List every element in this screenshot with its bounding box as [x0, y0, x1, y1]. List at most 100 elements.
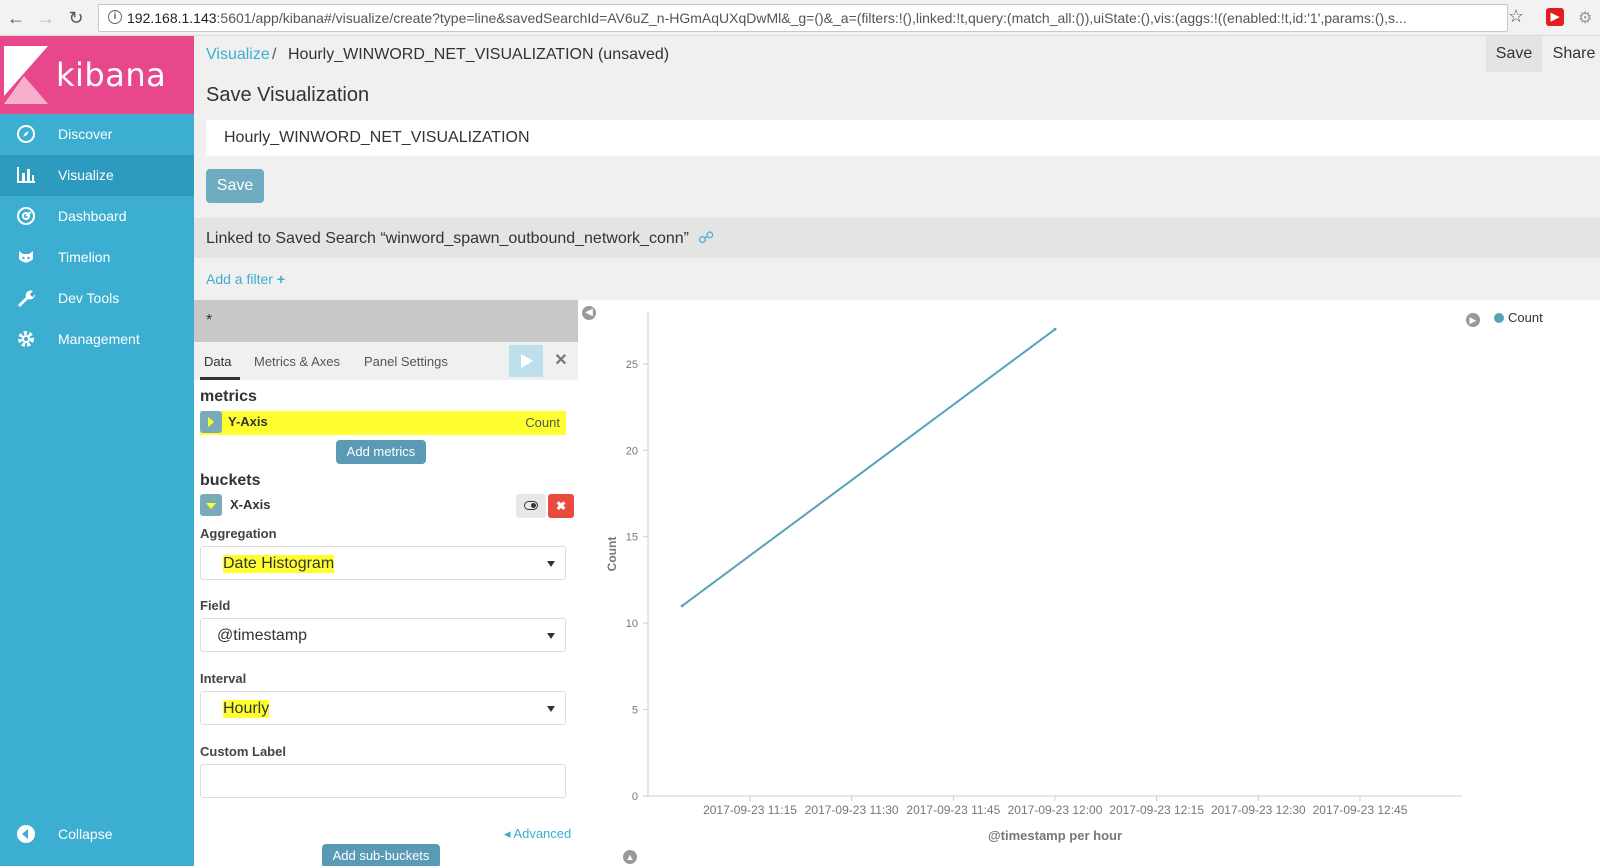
editor-tabs: Data Metrics & Axes Panel Settings ✕ [194, 342, 578, 380]
y-tick-label: 10 [626, 618, 638, 630]
x-tick-label: 2017-09-23 12:45 [1313, 803, 1408, 817]
bookmark-star-icon[interactable]: ☆ [1508, 6, 1524, 27]
line-chart: 0 5 10 15 20 25 2017-09-23 11:15 2017-09-23 11:… [605, 312, 1462, 843]
visualization-title-input[interactable] [206, 120, 1600, 156]
chevron-down-icon [547, 633, 555, 639]
collapse-label: Collapse [58, 826, 113, 842]
metrics-heading: metrics [200, 388, 257, 405]
sidebar-item-visualize[interactable]: Visualize [0, 155, 194, 196]
field-select[interactable]: @timestamp [200, 618, 566, 652]
collapse-axis-icon[interactable]: ▲ [623, 850, 637, 864]
kibana-logo-icon [4, 46, 48, 104]
sidebar-item-management[interactable]: Management [0, 319, 194, 360]
linked-search-text: Linked to Saved Search “winword_spawn_ou… [206, 230, 689, 247]
breadcrumb-separator: / [272, 46, 277, 63]
search-query-bar: * [194, 300, 578, 342]
save-heading: Save Visualization [206, 84, 370, 106]
save-button[interactable]: Save [206, 169, 264, 203]
chevron-down-icon [206, 503, 216, 509]
discard-changes-button[interactable]: ✕ [546, 345, 576, 377]
tab-data[interactable]: Data [204, 354, 231, 369]
sidebar-item-timelion[interactable]: Timelion [0, 237, 194, 278]
y-tick-label: 0 [632, 791, 638, 803]
unlink-icon[interactable]: ☍ [698, 228, 714, 248]
forward-arrow-icon[interactable]: → [34, 6, 58, 30]
chevron-right-icon [208, 417, 214, 427]
search-query: * [206, 312, 213, 329]
sidebar-item-discover[interactable]: Discover [0, 114, 194, 155]
remove-bucket-button[interactable]: ✖ [548, 494, 574, 518]
dashboard-icon [17, 207, 35, 225]
add-metrics-button[interactable]: Add metrics [336, 440, 426, 464]
metric-y-axis-row[interactable]: Y-Axis Count [200, 411, 566, 435]
save-visualization-panel: Save Visualization Save [194, 72, 1600, 218]
add-sub-buckets-button[interactable]: Add sub-buckets [322, 844, 440, 866]
x-tick-label: 2017-09-23 12:15 [1109, 803, 1204, 817]
sidebar-item-dashboard[interactable]: Dashboard [0, 196, 194, 237]
sidebar-item-dev-tools[interactable]: Dev Tools [0, 278, 194, 319]
gear-icon [18, 331, 34, 347]
active-tab-indicator [200, 377, 240, 380]
tab-metrics-axes[interactable]: Metrics & Axes [254, 354, 340, 369]
aggregation-select[interactable]: Date Histogram [200, 546, 566, 580]
bucket-x-axis-row[interactable]: X-Axis ✖ [200, 494, 574, 518]
vis-editor-sidebar: * Data Metrics & Axes Panel Settings ✕ m… [194, 300, 578, 866]
x-axis-title: @timestamp per hour [988, 828, 1122, 843]
collapse-icon [17, 825, 35, 843]
sidebar: kibana Discover Visualize Dashboard Time… [0, 36, 194, 866]
sidebar-item-label: Discover [58, 126, 113, 142]
aggregation-label: Aggregation [200, 526, 277, 541]
y-axis-label: Y-Axis [228, 414, 268, 429]
breadcrumb-visualize-link[interactable]: Visualize [206, 46, 270, 64]
extension-2-icon[interactable]: ⚙ [1578, 8, 1594, 27]
kibana-logo[interactable]: kibana [0, 36, 194, 114]
y-axis-agg-value: Count [525, 415, 560, 430]
x-axis-label: X-Axis [230, 497, 271, 512]
advanced-label: Advanced [513, 826, 572, 841]
interval-label: Interval [200, 671, 247, 686]
reload-icon[interactable]: ↻ [64, 6, 88, 30]
sidebar-item-label: Management [58, 331, 140, 347]
sidebar-item-label: Timelion [58, 249, 111, 265]
buckets-heading: buckets [200, 472, 261, 489]
apply-changes-button[interactable] [509, 345, 543, 377]
filter-bar: Add a filter + [194, 258, 1600, 300]
back-arrow-icon[interactable]: ← [4, 6, 28, 30]
play-icon [521, 354, 533, 368]
x-tick-label: 2017-09-23 11:30 [805, 803, 899, 817]
add-filter-link[interactable]: Add a filter + [206, 271, 285, 287]
logo-text: kibana [56, 56, 167, 94]
tab-panel-settings[interactable]: Panel Settings [364, 354, 448, 369]
extension-icon[interactable]: ▶ [1546, 8, 1564, 26]
aggregation-value: Date Histogram [223, 555, 335, 573]
x-tick-label: 2017-09-23 12:30 [1211, 803, 1306, 817]
expand-toggle[interactable] [200, 411, 222, 433]
page-title: Hourly_WINWORD_NET_VISUALIZATION (unsave… [288, 46, 670, 63]
sidebar-item-label: Visualize [58, 167, 114, 183]
info-icon[interactable]: i [108, 10, 122, 24]
y-axis-title: Count [605, 537, 619, 572]
plus-icon: + [276, 271, 286, 287]
field-value: @timestamp [217, 627, 308, 644]
timelion-icon [19, 251, 33, 263]
url-path: :5601/app/kibana#/visualize/create?type=… [216, 10, 1407, 26]
bar-chart-icon [17, 167, 35, 183]
collapse-toggle[interactable] [200, 494, 222, 516]
interval-select[interactable]: Hourly [200, 691, 566, 725]
address-bar[interactable]: 192.168.1.143:5601/app/kibana#/visualize… [98, 4, 1508, 32]
advanced-toggle-link[interactable]: ◂ Advanced [504, 826, 571, 842]
toggle-icon [524, 501, 538, 510]
linked-search-bar: Linked to Saved Search “winword_spawn_ou… [194, 218, 1600, 258]
x-tick-label: 2017-09-23 12:00 [1008, 803, 1103, 817]
collapse-editor-icon[interactable]: ◀ [582, 306, 596, 320]
sidebar-collapse[interactable]: Collapse [0, 814, 194, 855]
top-save-button[interactable]: Save [1486, 36, 1542, 72]
browser-toolbar: ← → ↻ 192.168.1.143:5601/app/kibana#/vis… [0, 0, 1600, 36]
series-line-count [681, 328, 1056, 607]
toggle-enabled-button[interactable] [516, 494, 546, 518]
compass-icon [17, 125, 35, 143]
y-tick-label: 5 [632, 705, 638, 717]
chevron-down-icon [547, 706, 555, 712]
share-button[interactable]: Share [1548, 36, 1600, 72]
custom-label-input[interactable] [200, 764, 566, 798]
